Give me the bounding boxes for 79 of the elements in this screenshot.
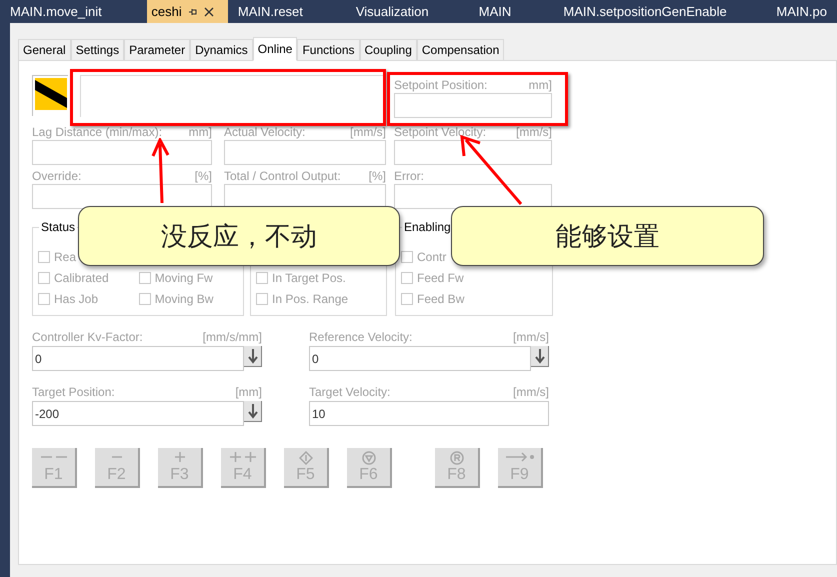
checkbox[interactable]	[256, 292, 268, 304]
input-field[interactable]: 10	[309, 401, 549, 426]
checkbox-label: In Target Pos.	[272, 270, 346, 286]
field-label: Reference Velocity:	[309, 330, 412, 344]
axis-status-icon	[32, 75, 68, 116]
checkbox[interactable]	[38, 272, 50, 284]
unit-label: [mm/s]	[513, 330, 549, 344]
document-tab[interactable]: Visualization	[346, 0, 469, 23]
double-plus-icon	[228, 451, 256, 463]
field-label: Lag Distance (min/max):	[32, 125, 162, 139]
checkbox-label: Moving Bw	[154, 290, 214, 308]
field-label: Setpoint Velocity:	[394, 125, 486, 139]
down-arrow-icon	[248, 404, 258, 418]
checkbox[interactable]	[401, 250, 413, 262]
tab[interactable]: Functions	[297, 39, 360, 60]
field-label: Target Position:	[32, 385, 115, 399]
checkbox-label: Calibrated	[54, 270, 109, 286]
unit-label: [mm/s/mm]	[202, 330, 262, 344]
unit-label: [mm/s]	[513, 385, 549, 399]
field-label: Error:	[394, 169, 424, 183]
checkbox-label: Moving Fw	[154, 270, 213, 286]
checkbox-label: Feed Bw	[417, 290, 464, 308]
document-tab[interactable]: MAIN.setpositionGenEnable	[553, 0, 766, 23]
field-label: Setpoint Position:	[394, 78, 488, 92]
set-value-button[interactable]	[531, 346, 549, 367]
field-label: Total / Control Output:	[224, 169, 341, 183]
unit-label: [mm]	[235, 385, 262, 399]
tab[interactable]: Dynamics	[190, 39, 253, 60]
checkbox[interactable]	[38, 250, 50, 262]
unit-label: [mm/s]	[350, 125, 386, 139]
checkbox[interactable]	[401, 292, 413, 304]
document-tab[interactable]: MAIN.po	[766, 0, 837, 23]
tab[interactable]: Coupling	[360, 39, 417, 60]
checkbox[interactable]	[256, 272, 268, 284]
plus-icon	[174, 451, 186, 463]
checkbox[interactable]	[38, 292, 50, 304]
unit-label: [%]	[368, 169, 386, 183]
field-label: Controller Kv-Factor:	[32, 330, 143, 344]
field-label: Target Velocity:	[309, 385, 390, 399]
unit-label: mm]	[528, 78, 552, 92]
checkbox-label: Feed Fw	[417, 270, 464, 286]
unit-label: [%]	[194, 169, 212, 183]
tab[interactable]: Settings	[70, 39, 124, 60]
field-label: Override:	[32, 169, 82, 183]
document-tab[interactable]: MAIN.reset	[228, 0, 346, 23]
tab[interactable]: Online	[252, 37, 298, 61]
down-arrow-icon	[248, 348, 258, 364]
document-tab[interactable]: ceshi	[147, 0, 228, 23]
diamond-icon	[298, 451, 312, 465]
input-field[interactable]: 0	[32, 346, 244, 371]
set-value-button[interactable]	[244, 401, 262, 422]
document-tab[interactable]: MAIN.move_init	[0, 0, 148, 23]
checkbox-label: In Pos. Range	[272, 290, 348, 308]
close-icon[interactable]	[204, 6, 214, 16]
pin-icon[interactable]	[188, 6, 198, 16]
down-arrow-icon	[534, 348, 544, 364]
group-title: Enabling	[402, 220, 453, 234]
checkbox-label: Contr	[417, 248, 446, 266]
tab[interactable]: Parameter	[124, 39, 190, 60]
callout: 没反应，不动	[78, 206, 400, 266]
tab[interactable]: General	[18, 39, 71, 60]
tab[interactable]: Compensation	[416, 39, 504, 60]
field-label: Actual Velocity:	[224, 125, 306, 139]
input-field[interactable]: 0	[309, 346, 531, 371]
callout: 能够设置	[451, 206, 764, 266]
group-title: Status	[39, 220, 78, 234]
circle-r-icon	[450, 451, 464, 465]
document-tab[interactable]: MAIN	[468, 0, 554, 23]
checkbox[interactable]	[401, 272, 413, 284]
annotation-arrow	[150, 138, 172, 204]
checkbox[interactable]	[138, 292, 151, 304]
input-field[interactable]: -200	[32, 401, 244, 426]
checkbox-label: Rea	[54, 248, 76, 266]
unit-label: [mm/s]	[516, 125, 552, 139]
set-value-button[interactable]	[244, 346, 262, 367]
checkbox[interactable]	[138, 272, 151, 284]
arrow-dot-icon	[504, 451, 534, 463]
unit-label: mm]	[188, 125, 212, 139]
checkbox-label: Has Job	[54, 290, 98, 308]
